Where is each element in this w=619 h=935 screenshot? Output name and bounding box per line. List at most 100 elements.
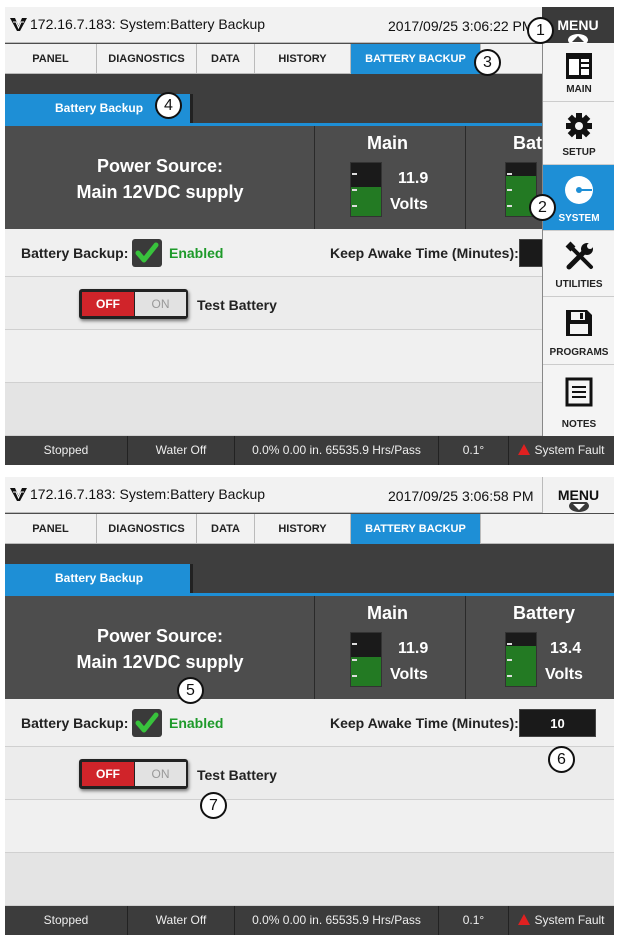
callout-5: 5 — [177, 677, 204, 704]
status-water: Water Off — [128, 906, 235, 935]
gauge-tick — [352, 643, 357, 645]
gauge-tick — [352, 659, 357, 661]
status-angle: 0.1° — [439, 906, 509, 935]
status-fault[interactable]: System Fault — [509, 436, 614, 465]
battery-backup-row: Battery Backup: Enabled Keep Awake Time … — [5, 229, 614, 277]
battery-title: Battery — [513, 603, 576, 623]
subtab-bar: Battery Backup — [5, 544, 614, 596]
tab-panel[interactable]: PANEL — [5, 44, 97, 74]
status-bar: Stopped Water Off 0.0% 0.00 in. 65535.9 … — [5, 436, 614, 465]
tab-history[interactable]: HISTORY — [255, 514, 351, 544]
main-title: Main — [367, 603, 409, 623]
callout-6: 6 — [548, 746, 575, 773]
keep-awake-input[interactable]: 10 — [519, 709, 596, 737]
tab-bar: PANEL DIAGNOSTICS DATA HISTORY BATTERY B… — [5, 514, 614, 544]
title-bar: 172.16.7.183: System:Battery Backup 2017… — [5, 477, 614, 513]
window-title: 172.16.7.183: System:Battery Backup — [30, 486, 266, 502]
status-bar: Stopped Water Off 0.0% 0.00 in. 65535.9 … — [5, 906, 614, 935]
datetime: 2017/09/25 3:06:22 PM — [388, 18, 534, 34]
gauge-tick — [352, 173, 357, 175]
main-voltage-unit: Volts — [390, 196, 428, 213]
callout-7: 7 — [200, 792, 227, 819]
status-readout: 0.0% 0.00 in. 65535.9 Hrs/Pass — [235, 906, 439, 935]
main-gauge-fill — [351, 656, 381, 686]
main-voltage-unit: Volts — [390, 666, 428, 683]
battery-backup-status: Enabled — [169, 245, 224, 261]
tab-data[interactable]: DATA — [197, 44, 255, 74]
toggle-on[interactable]: ON — [135, 292, 186, 316]
status-fault[interactable]: System Fault — [509, 906, 614, 935]
battery-backup-status: Enabled — [169, 715, 224, 731]
subtab-battery-backup[interactable]: Battery Backup — [5, 564, 193, 593]
test-battery-toggle[interactable]: OFF ON — [79, 289, 188, 319]
side-menu-programs[interactable]: PROGRAMS — [543, 297, 614, 365]
keep-awake-label: Keep Awake Time (Minutes): — [330, 245, 519, 261]
gauge-tick — [507, 675, 512, 677]
main-voltage-value: 11.9 — [398, 640, 429, 657]
power-panel: Power Source: Main 12VDC supply Main 11.… — [5, 126, 614, 229]
window-title: 172.16.7.183: System:Battery Backup — [30, 16, 266, 32]
title-bar: 172.16.7.183: System:Battery Backup 2017… — [5, 7, 614, 43]
divider — [314, 126, 315, 229]
toggle-on[interactable]: ON — [135, 762, 186, 786]
battery-backup-checkbox[interactable] — [132, 709, 162, 737]
screen-menu-open: 172.16.7.183: System:Battery Backup 2017… — [5, 7, 614, 465]
tab-panel[interactable]: PANEL — [5, 514, 97, 544]
gear-icon — [566, 113, 592, 139]
test-battery-label: Test Battery — [197, 767, 277, 783]
main-panel-icon — [566, 53, 592, 79]
keep-awake-label: Keep Awake Time (Minutes): — [330, 715, 519, 731]
battery-backup-row: Battery Backup: Enabled Keep Awake Time … — [5, 699, 614, 747]
test-battery-toggle[interactable]: OFF ON — [79, 759, 188, 789]
gauge-tick — [507, 173, 512, 175]
tab-battery-backup[interactable]: BATTERY BACKUP — [351, 44, 481, 74]
gauge-tick — [507, 189, 512, 191]
side-menu-system[interactable]: SYSTEM — [543, 165, 614, 231]
tab-battery-backup[interactable]: BATTERY BACKUP — [351, 514, 481, 544]
checkmark-icon — [135, 242, 159, 263]
tab-diagnostics[interactable]: DIAGNOSTICS — [97, 514, 197, 544]
main-title: Main — [367, 133, 409, 153]
side-menu-main[interactable]: MAIN — [543, 43, 614, 102]
status-water: Water Off — [128, 436, 235, 465]
subtab-bar: Battery Backup — [5, 74, 614, 126]
tab-diagnostics[interactable]: DIAGNOSTICS — [97, 44, 197, 74]
battery-voltage-value: 13.4 — [550, 640, 582, 657]
battery-backup-checkbox[interactable] — [132, 239, 162, 267]
side-menu-notes[interactable]: NOTES — [543, 365, 614, 436]
checkmark-icon — [135, 712, 159, 733]
tab-data[interactable]: DATA — [197, 514, 255, 544]
main-voltage-gauge — [350, 632, 382, 687]
gauge-tick — [352, 189, 357, 191]
power-source: Power Source: Main 12VDC supply — [76, 626, 244, 672]
company-logo-icon — [10, 18, 27, 31]
status-state: Stopped — [5, 436, 128, 465]
empty-row — [5, 800, 614, 853]
main-gauge-fill — [351, 186, 381, 216]
battery-backup-label: Battery Backup: — [21, 245, 129, 261]
side-menu-setup[interactable]: SETUP — [543, 102, 614, 165]
tab-history[interactable]: HISTORY — [255, 44, 351, 74]
tab-bar: PANEL DIAGNOSTICS DATA HISTORY BATTERY B… — [5, 44, 614, 74]
side-menu-utilities[interactable]: UTILITIES — [543, 231, 614, 297]
screen-menu-closed: 172.16.7.183: System:Battery Backup 2017… — [5, 477, 614, 935]
datetime: 2017/09/25 3:06:58 PM — [388, 488, 534, 504]
menu-button[interactable]: MENU — [542, 477, 614, 513]
status-state: Stopped — [5, 906, 128, 935]
callout-4: 4 — [155, 92, 182, 119]
empty-row — [5, 853, 614, 906]
power-panel: Power Source: Main 12VDC supply Main 11.… — [5, 596, 614, 699]
gauge-tick — [507, 659, 512, 661]
toggle-off[interactable]: OFF — [82, 292, 134, 316]
gauge-tick — [507, 205, 512, 207]
warning-icon — [518, 914, 531, 925]
empty-row — [5, 383, 614, 436]
gauge-tick — [352, 675, 357, 677]
main-voltage-value: 11.9 — [398, 170, 429, 187]
main-voltage-gauge — [350, 162, 382, 217]
system-icon — [565, 176, 593, 204]
toggle-off[interactable]: OFF — [82, 762, 134, 786]
tools-icon — [565, 241, 593, 270]
status-readout: 0.0% 0.00 in. 65535.9 Hrs/Pass — [235, 436, 439, 465]
battery-gauge-fill — [506, 646, 536, 686]
